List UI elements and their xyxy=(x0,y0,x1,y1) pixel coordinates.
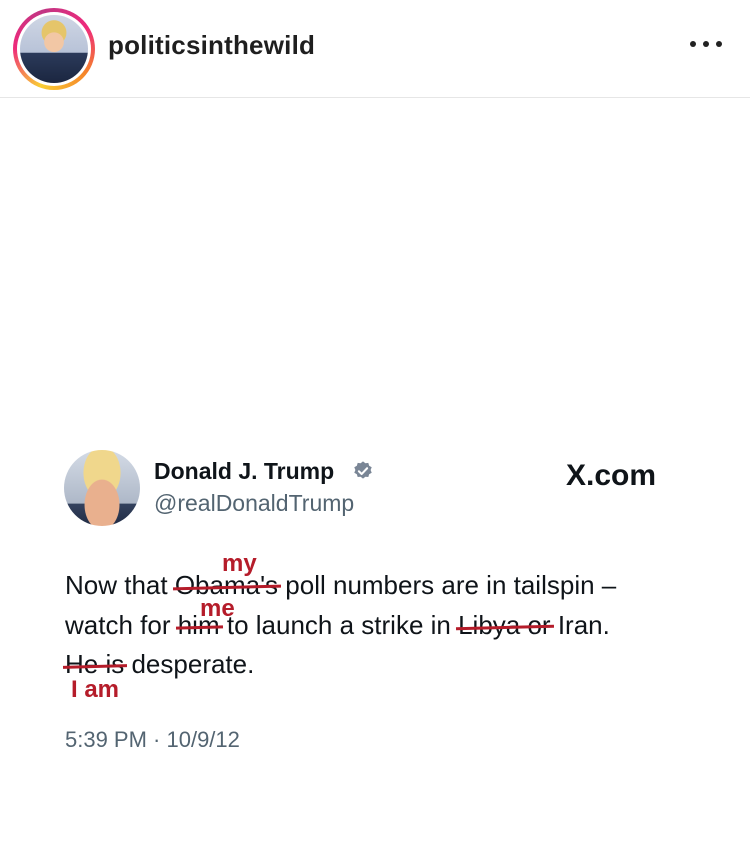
tweet-line-2: watch for him to launch a strike in Liby… xyxy=(65,610,610,640)
edit-i-am: I am xyxy=(71,676,120,703)
ellipsis-icon[interactable] xyxy=(688,31,724,55)
tweet-handle: @realDonaldTrump xyxy=(154,490,355,516)
avatar[interactable] xyxy=(20,15,88,83)
struck-word: He is xyxy=(65,649,125,679)
tweet-timestamp: 5:39 PM · 10/9/12 xyxy=(65,727,240,752)
tweet-line-1: Now that Obama's poll numbers are in tai… xyxy=(65,570,617,600)
verified-badge-icon xyxy=(354,461,372,479)
post-header: politicsinthewild xyxy=(0,0,750,98)
tweet-line-3: He is desperate. xyxy=(65,649,255,679)
site-label: X.com xyxy=(566,459,657,492)
story-ring[interactable] xyxy=(13,8,95,90)
username[interactable]: politicsinthewild xyxy=(108,30,315,61)
tweet-display-name: Donald J. Trump xyxy=(154,458,335,484)
tweet-avatar xyxy=(64,450,140,526)
struck-word: Libya or xyxy=(458,610,551,640)
struck-word: Obama's xyxy=(174,570,279,600)
struck-word: him xyxy=(177,610,220,640)
